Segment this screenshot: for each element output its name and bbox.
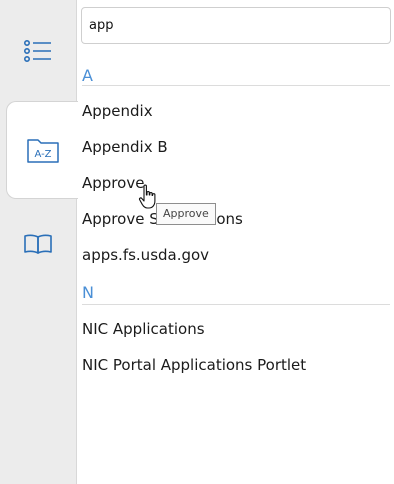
list-icon [23,39,51,62]
book-button[interactable] [0,214,76,274]
list-item-nic-applications[interactable]: NIC Applications [82,320,205,338]
section-letter-a: A [82,66,93,85]
section-divider [82,85,390,86]
section-letter-n: N [82,283,94,302]
search-input[interactable] [81,7,391,44]
az-index-tab[interactable]: A-Z [6,101,78,199]
tooltip: Approve [156,203,216,225]
az-label: A-Z [34,149,51,160]
list-item-apps-fs-usda-gov[interactable]: apps.fs.usda.gov [82,246,209,264]
list-item-nic-portal-applications-portlet[interactable]: NIC Portal Applications Portlet [82,356,306,374]
book-icon [24,234,52,254]
az-folder-icon: A-Z [26,139,59,163]
hand-cursor-icon [138,184,156,209]
list-item-approve[interactable]: Approve [82,174,144,192]
side-rail [0,0,77,484]
section-divider [82,304,390,305]
list-item-appendix[interactable]: Appendix [82,102,153,120]
list-item-appendix-b[interactable]: Appendix B [82,138,168,156]
list-view-button[interactable] [0,21,76,81]
